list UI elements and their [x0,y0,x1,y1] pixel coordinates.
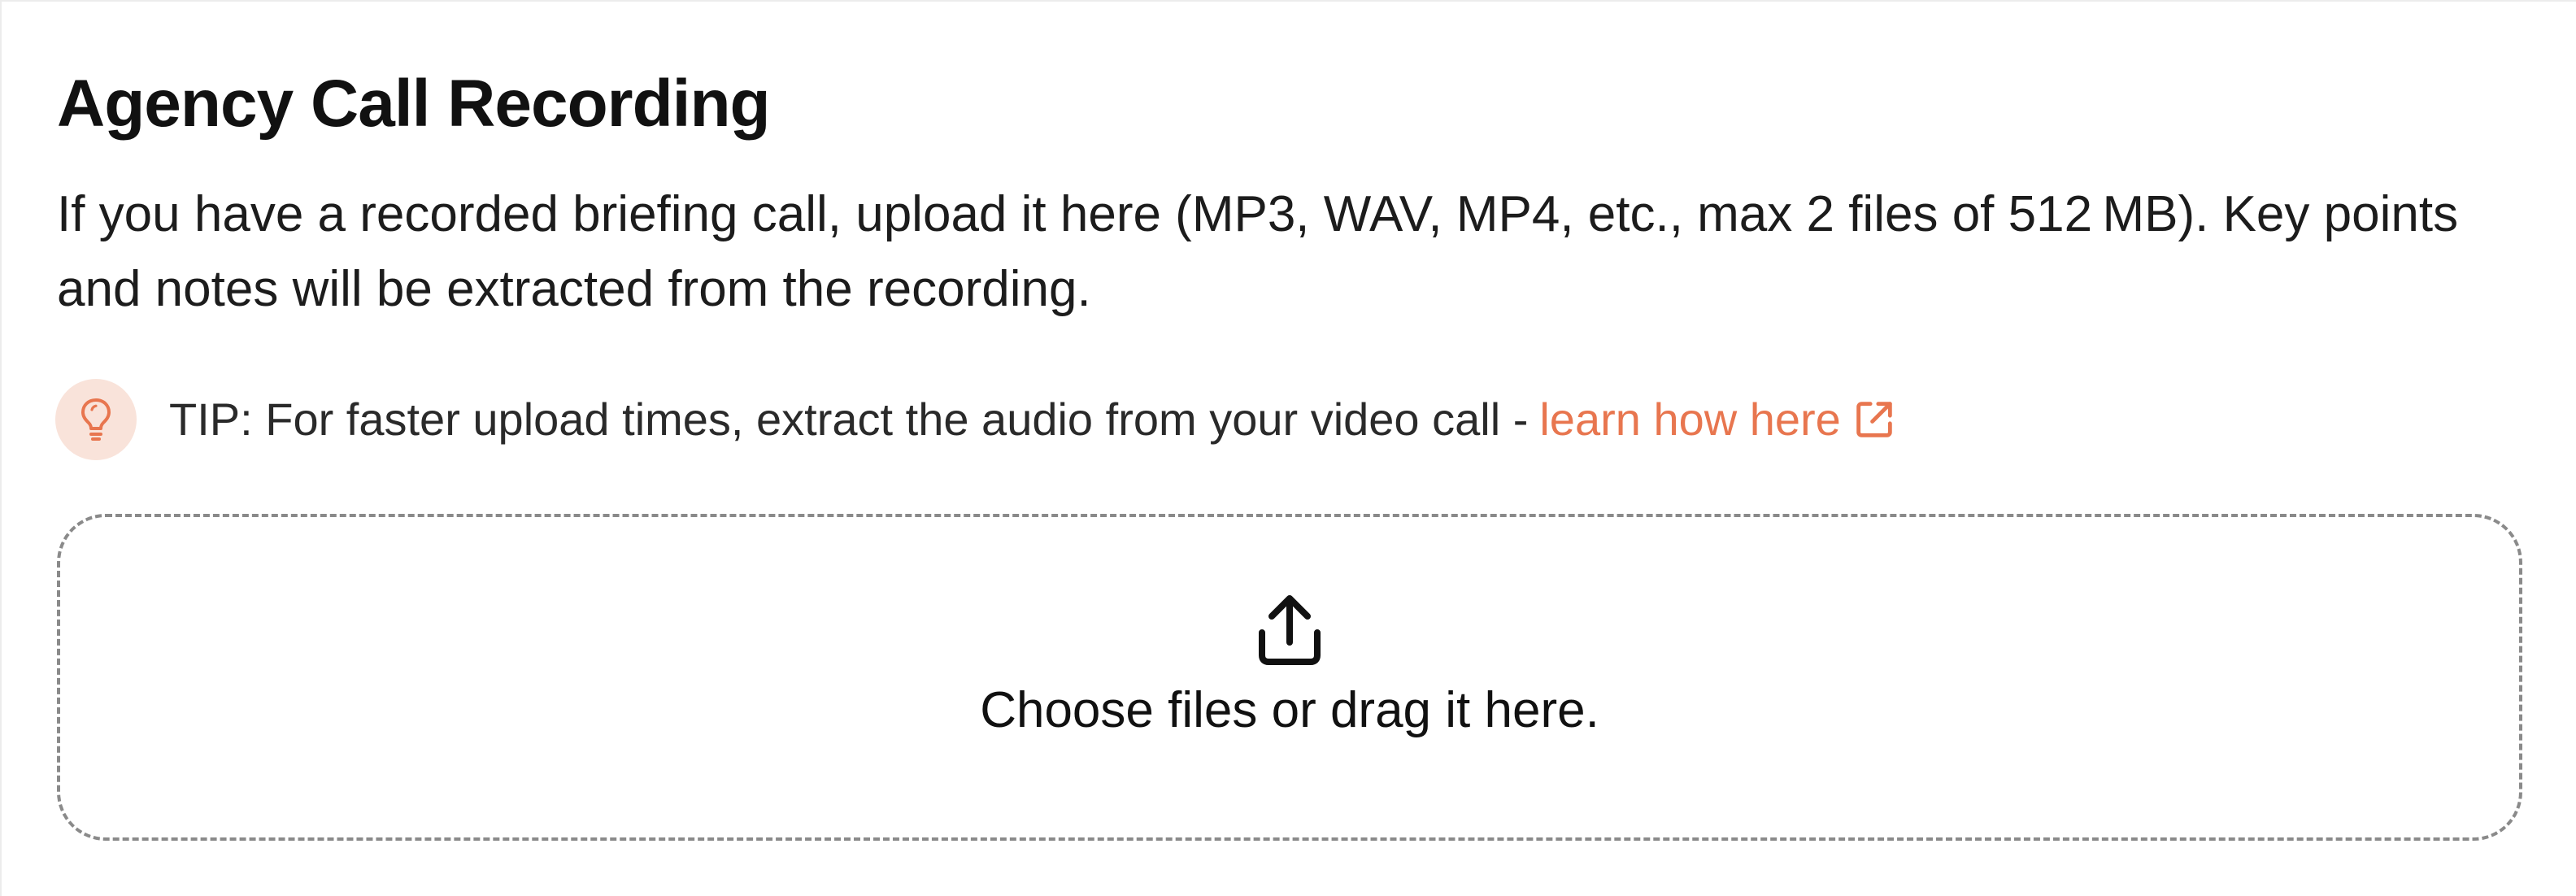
learn-how-link-label: learn how here [1539,394,1841,445]
section-description: If you have a recorded briefing call, up… [57,186,2459,317]
external-link-icon [1851,396,1898,443]
tip-row: TIP: For faster upload times, extract th… [55,379,1898,460]
file-dropzone[interactable]: Choose files or drag it here. [57,514,2522,841]
learn-how-link[interactable]: learn how here [1539,394,1897,446]
tip-text: TIP: For faster upload times, extract th… [169,394,1529,445]
lightbulb-icon [55,379,137,460]
call-recording-section: Agency Call Recording If you have a reco… [0,0,2576,896]
upload-icon [1255,594,1324,668]
dropzone-label: Choose files or drag it here. [980,682,1599,738]
section-title: Agency Call Recording [57,67,771,141]
tip-text-wrapper: TIP: For faster upload times, extract th… [169,394,1898,446]
